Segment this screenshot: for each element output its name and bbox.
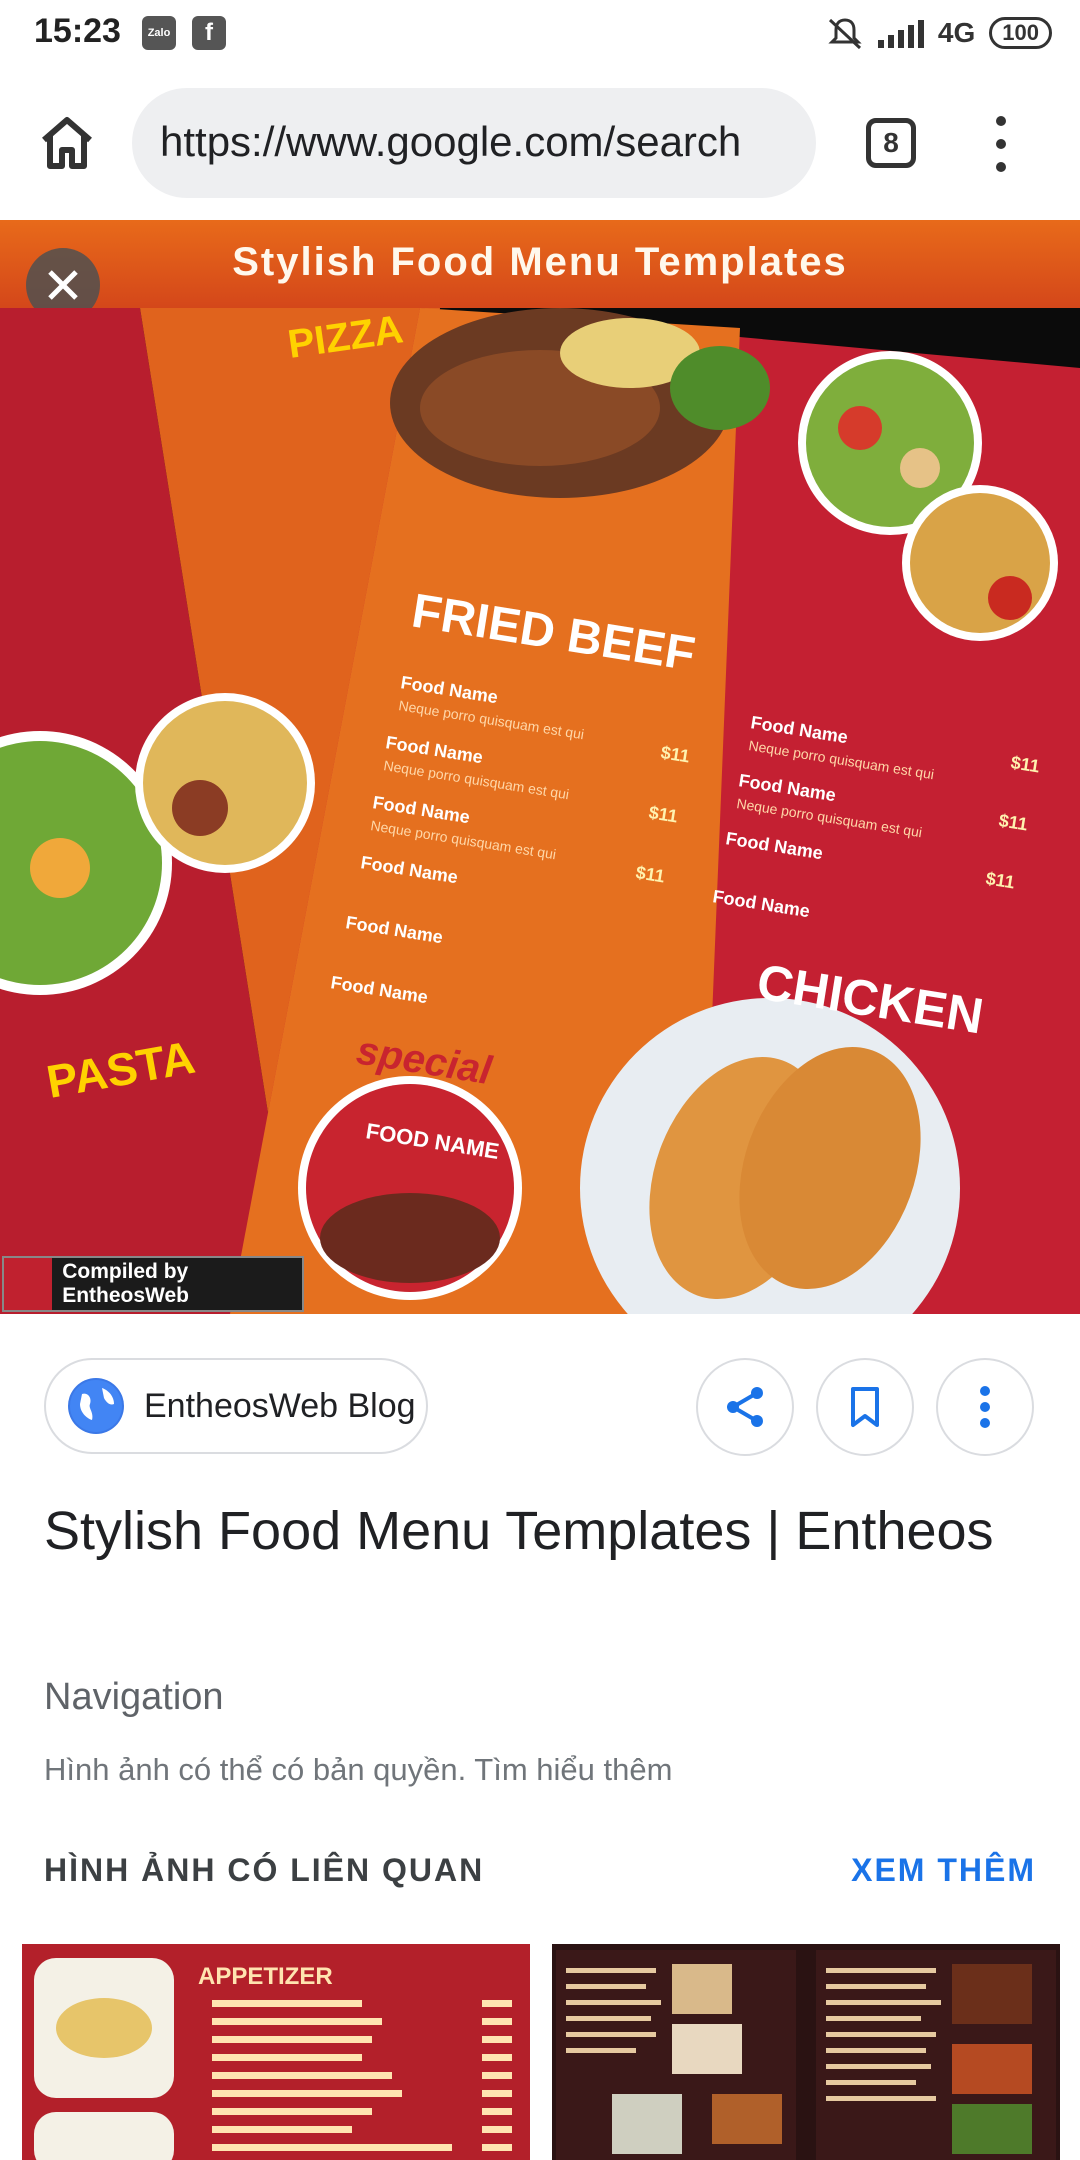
more-vert-icon xyxy=(980,1386,990,1428)
globe-icon xyxy=(68,1378,124,1434)
entheos-logo-icon xyxy=(4,1258,53,1310)
share-button[interactable] xyxy=(696,1358,794,1456)
bookmark-icon xyxy=(851,1387,879,1427)
related-images-heading: HÌNH ẢNH CÓ LIÊN QUAN xyxy=(44,1852,485,1888)
image-preview[interactable]: Stylish Food Menu Templates PIZZA FRIED … xyxy=(0,220,1080,1314)
signal-icon xyxy=(877,18,924,48)
copyright-notice[interactable]: Hình ảnh có thể có bản quyền. Tìm hiểu t… xyxy=(44,1752,672,1788)
zalo-icon: Zalo xyxy=(142,16,176,50)
source-name: EntheosWeb Blog xyxy=(144,1386,416,1425)
url-text[interactable]: https://www.google.com/search xyxy=(160,118,800,166)
close-icon xyxy=(48,270,78,300)
source-chip[interactable]: EntheosWeb Blog xyxy=(44,1358,428,1454)
status-indicators: 4G 100 xyxy=(826,12,1052,54)
status-time: 15:23 xyxy=(34,12,121,50)
url-bar[interactable]: https://www.google.com/search xyxy=(132,88,816,198)
mute-icon xyxy=(828,18,862,50)
home-icon[interactable] xyxy=(36,112,98,174)
battery-indicator: 100 xyxy=(989,17,1052,49)
browser-menu-icon[interactable] xyxy=(986,116,1016,172)
network-type: 4G xyxy=(937,17,976,48)
status-bar: 15:23 Zalo f 4G 100 xyxy=(0,0,1080,66)
result-title[interactable]: Stylish Food Menu Templates | Entheos xyxy=(44,1490,1004,1572)
save-button[interactable] xyxy=(816,1358,914,1456)
credit-text: Compiled by EntheosWeb xyxy=(62,1260,189,1307)
food-menu-image: PIZZA FRIED BEEF PASTA CHICKEN special F… xyxy=(0,308,1080,1314)
browser-toolbar: https://www.google.com/search 8 xyxy=(0,66,1080,220)
banner-title: Stylish Food Menu Templates xyxy=(232,240,848,284)
related-thumb-2[interactable] xyxy=(552,1944,1060,2160)
thumb-heading: APPETIZER xyxy=(198,1963,333,1990)
see-more-link[interactable]: XEM THÊM xyxy=(851,1852,1036,1889)
result-subtitle: Navigation xyxy=(44,1676,224,1718)
image-credit: Compiled by EntheosWeb xyxy=(2,1256,304,1312)
more-options-button[interactable] xyxy=(936,1358,1034,1456)
tab-switcher-button[interactable]: 8 xyxy=(866,118,916,168)
share-icon xyxy=(727,1387,763,1427)
related-thumb-1[interactable]: APPETIZER xyxy=(22,1944,530,2160)
image-banner: Stylish Food Menu Templates xyxy=(0,220,1080,311)
facebook-icon: f xyxy=(192,16,226,50)
